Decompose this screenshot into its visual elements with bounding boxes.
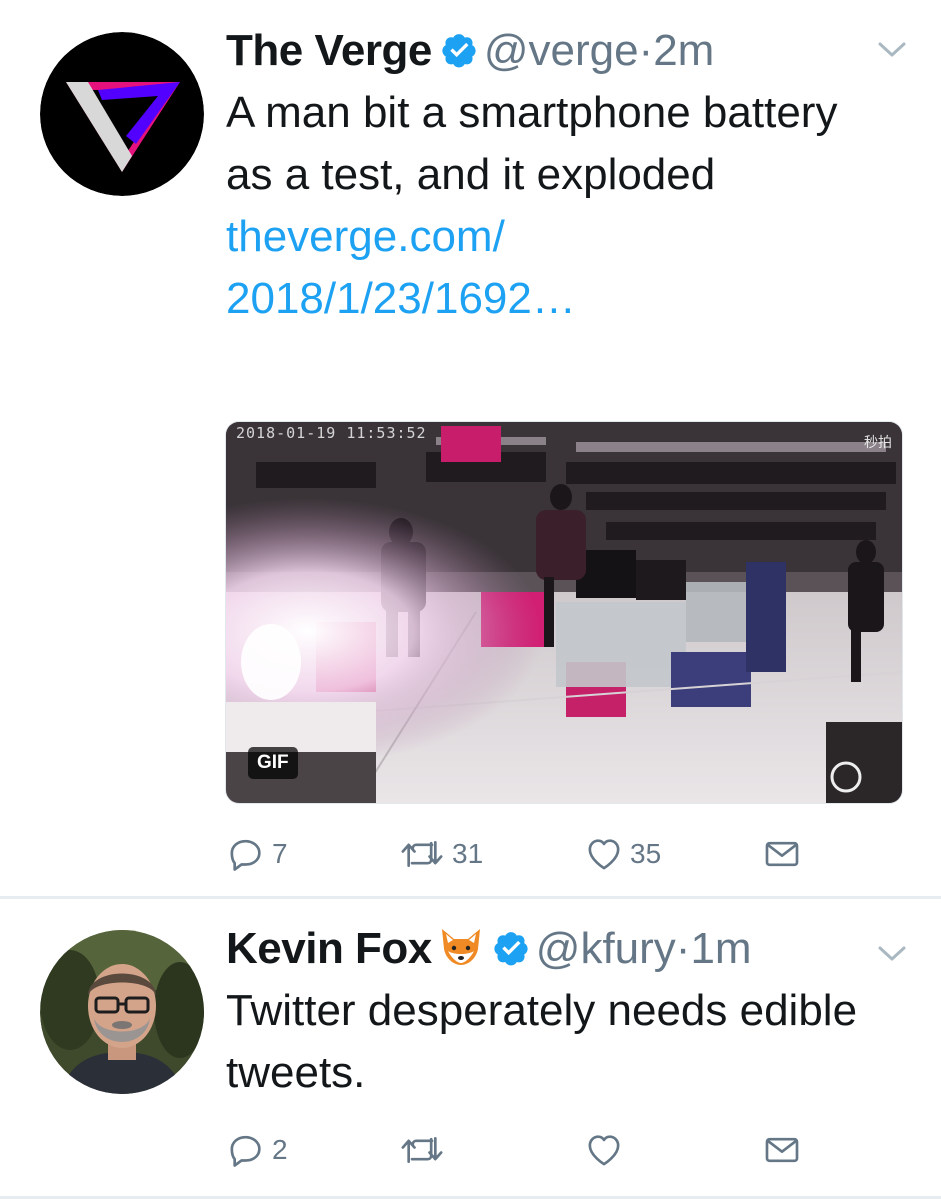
like-button[interactable]: 35 [584,834,661,874]
tweet-divider [0,896,941,899]
like-count: 35 [630,838,662,869]
user-photo-image [40,930,204,1094]
video-timestamp-overlay: 2018-01-19 11:53:52 [236,424,427,442]
avatar-verge[interactable] [40,32,204,196]
chevron-down-icon[interactable] [877,944,907,969]
verified-badge-icon [492,928,530,978]
tweet-header: Kevin Fox @kfury·1m [226,924,752,980]
user-handle[interactable]: @verge [484,26,639,75]
reply-count: 7 [272,838,288,869]
reply-icon [226,1130,266,1170]
reply-icon [226,834,266,874]
tweet-text: Twitter desperately needs edible tweets. [226,980,866,1104]
separator-dot: · [675,924,691,973]
tweet-body: Twitter desperately needs edible tweets. [226,986,858,1097]
timestamp[interactable]: 2m [653,26,714,75]
separator-dot: · [638,26,654,75]
reply-button[interactable]: 2 [226,1130,288,1170]
retweet-button[interactable]: 31 [398,834,483,874]
retweet-icon [398,834,446,874]
tweet-kfury[interactable]: Kevin Fox @kfury·1m Twitter desperately n… [0,900,941,1200]
video-watermark: 秒拍 [864,434,892,450]
gif-badge: GIF [248,747,298,779]
reply-button[interactable]: 7 [226,834,288,874]
retweet-icon [398,1130,446,1170]
heart-icon [584,834,624,874]
tweet-link-line2[interactable]: 2018/1/23/1692… [226,268,886,330]
retweet-button[interactable] [398,1130,452,1170]
verge-logo-icon [40,32,204,196]
gif-frame-image [226,422,902,803]
tweet-body: A man bit a smartphone battery as a test… [226,88,838,199]
tweet-divider-bottom [0,1196,941,1199]
chevron-down-icon[interactable] [877,40,907,65]
tweet-link-line1[interactable]: theverge.com/ [226,206,886,268]
tweet-text: A man bit a smartphone battery as a test… [226,82,886,330]
tweet-actions: 2 [226,1130,846,1170]
heart-icon [584,1130,624,1170]
envelope-icon [762,1130,802,1170]
reply-count: 2 [272,1134,288,1165]
direct-message-button[interactable] [762,1130,802,1170]
tweet-media-gif[interactable]: 2018-01-19 11:53:52 秒拍 GIF [225,421,903,804]
tweet-link[interactable]: theverge.com/ 2018/1/23/1692… [226,206,886,330]
user-handle[interactable]: @kfury [536,924,676,973]
direct-message-button[interactable] [762,834,802,874]
tweet-verge[interactable]: The Verge @verge·2m A man bit a smartphon… [0,0,941,897]
retweet-count: 31 [452,838,484,869]
tweet-header: The Verge @verge·2m [226,26,714,80]
verified-badge-icon [440,30,478,80]
timestamp[interactable]: 1m [690,924,751,973]
display-name[interactable]: Kevin Fox [226,924,432,973]
envelope-icon [762,834,802,874]
fox-emoji-icon [438,925,484,980]
like-button[interactable] [584,1130,630,1170]
tweet-actions: 7 31 35 [226,834,846,874]
display-name[interactable]: The Verge [226,26,432,75]
avatar-kfury[interactable] [40,930,204,1094]
